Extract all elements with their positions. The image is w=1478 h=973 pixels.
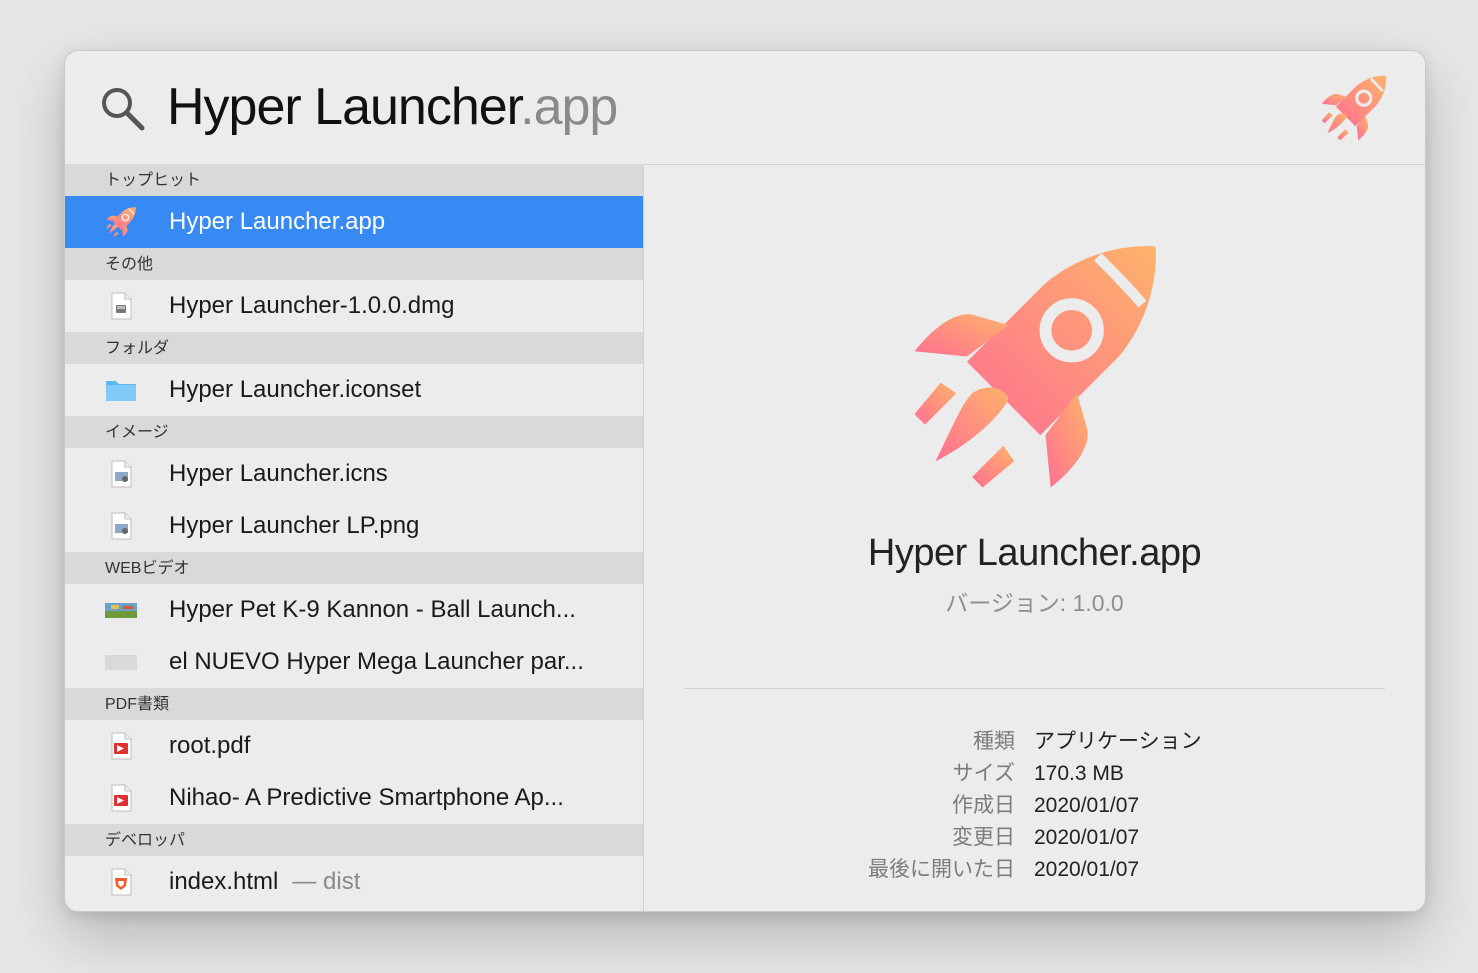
info-key: 変更日 bbox=[952, 826, 1015, 849]
info-row-size: サイズ 170.3 MB bbox=[644, 758, 1425, 790]
disk-image-icon bbox=[111, 292, 132, 320]
info-key: 作成日 bbox=[952, 794, 1015, 817]
spotlight-window: Hyper Launcher.app トップヒット Hyper Launcher… bbox=[64, 50, 1426, 912]
result-label: Hyper Pet K-9 Kannon - Ball Launch... bbox=[169, 596, 576, 623]
info-value: 2020/01/07 bbox=[1034, 794, 1140, 817]
result-row[interactable]: Hyper Launcher.icns bbox=[65, 448, 643, 500]
result-label: index.html — dist bbox=[169, 856, 360, 908]
info-key: 最後に開いた日 bbox=[868, 858, 1015, 881]
search-query-text: Hyper Launcher bbox=[167, 78, 521, 136]
info-row-kind: 種類 アプリケーション bbox=[644, 726, 1425, 758]
search-completion-text: .app bbox=[520, 78, 618, 136]
search-bar[interactable]: Hyper Launcher.app bbox=[65, 51, 1425, 165]
section-header-developer: デベロッパ bbox=[65, 824, 643, 856]
result-label: Hyper Launcher.app bbox=[169, 208, 386, 235]
pdf-icon bbox=[111, 732, 132, 760]
info-key: 種類 bbox=[973, 730, 1015, 753]
video-thumbnail-icon bbox=[105, 603, 137, 618]
html-file-icon bbox=[111, 868, 132, 896]
search-input[interactable]: Hyper Launcher.app bbox=[167, 75, 618, 139]
preview-title: Hyper Launcher.app bbox=[867, 532, 1202, 574]
result-label: Hyper Launcher.icns bbox=[169, 460, 388, 487]
result-label: Nihao- A Predictive Smartphone Ap... bbox=[169, 784, 564, 811]
results-list: トップヒット Hyper Launcher.app その他 Hyper Laun… bbox=[65, 164, 644, 911]
info-key: サイズ bbox=[952, 762, 1015, 785]
section-header-web-video: WEBビデオ bbox=[65, 552, 643, 584]
info-value: 170.3 MB bbox=[1034, 762, 1124, 785]
section-header-image: イメージ bbox=[65, 416, 643, 448]
result-row[interactable]: Nihao- A Predictive Smartphone Ap... bbox=[65, 772, 643, 824]
result-row[interactable]: root.pdf bbox=[65, 720, 643, 772]
result-row[interactable]: Hyper Pet K-9 Kannon - Ball Launch... bbox=[65, 584, 643, 636]
info-value: 2020/01/07 bbox=[1034, 858, 1140, 881]
preview-info-table: 種類 アプリケーション サイズ 170.3 MB 作成日 2020/01/07 … bbox=[644, 726, 1425, 886]
result-path: — dist bbox=[292, 868, 361, 895]
info-value: 2020/01/07 bbox=[1034, 826, 1140, 849]
preview-pane: Hyper Launcher.app バージョン: 1.0.0 種類 アプリケー… bbox=[644, 164, 1425, 911]
result-row[interactable]: Hyper Launcher.iconset bbox=[65, 364, 643, 416]
video-placeholder-icon bbox=[105, 655, 137, 670]
pdf-icon bbox=[111, 784, 132, 812]
result-label: Hyper Launcher.iconset bbox=[169, 376, 422, 403]
result-label: root.pdf bbox=[169, 732, 251, 759]
preview-version: バージョン: 1.0.0 bbox=[945, 590, 1124, 616]
preview-divider bbox=[684, 688, 1385, 689]
image-file-icon bbox=[111, 512, 132, 540]
result-row[interactable]: Hyper Launcher-1.0.0.dmg bbox=[65, 280, 643, 332]
result-row[interactable]: Hyper Launcher LP.png bbox=[65, 500, 643, 552]
info-row-last-opened: 最後に開いた日 2020/01/07 bbox=[644, 854, 1425, 886]
rocket-icon bbox=[1319, 73, 1389, 143]
section-header-top-hit: トップヒット bbox=[65, 164, 643, 196]
search-icon bbox=[102, 88, 145, 131]
result-label: Hyper Launcher-1.0.0.dmg bbox=[169, 292, 455, 319]
result-label: Hyper Launcher LP.png bbox=[169, 512, 420, 539]
info-row-modified: 変更日 2020/01/07 bbox=[644, 822, 1425, 854]
result-filename: index.html bbox=[169, 868, 279, 895]
section-header-pdf: PDF書類 bbox=[65, 688, 643, 720]
result-row[interactable]: index.html — dist bbox=[65, 856, 643, 908]
section-header-other: その他 bbox=[65, 248, 643, 280]
rocket-icon bbox=[904, 236, 1166, 498]
info-row-created: 作成日 2020/01/07 bbox=[644, 790, 1425, 822]
result-label: el NUEVO Hyper Mega Launcher par... bbox=[169, 648, 584, 675]
result-row[interactable]: el NUEVO Hyper Mega Launcher par... bbox=[65, 636, 643, 688]
rocket-icon bbox=[105, 206, 137, 238]
section-header-folder: フォルダ bbox=[65, 332, 643, 364]
result-row[interactable]: Hyper Launcher.app bbox=[65, 196, 643, 248]
image-file-icon bbox=[111, 460, 132, 488]
folder-icon bbox=[106, 381, 136, 401]
info-value: アプリケーション bbox=[1034, 730, 1202, 753]
